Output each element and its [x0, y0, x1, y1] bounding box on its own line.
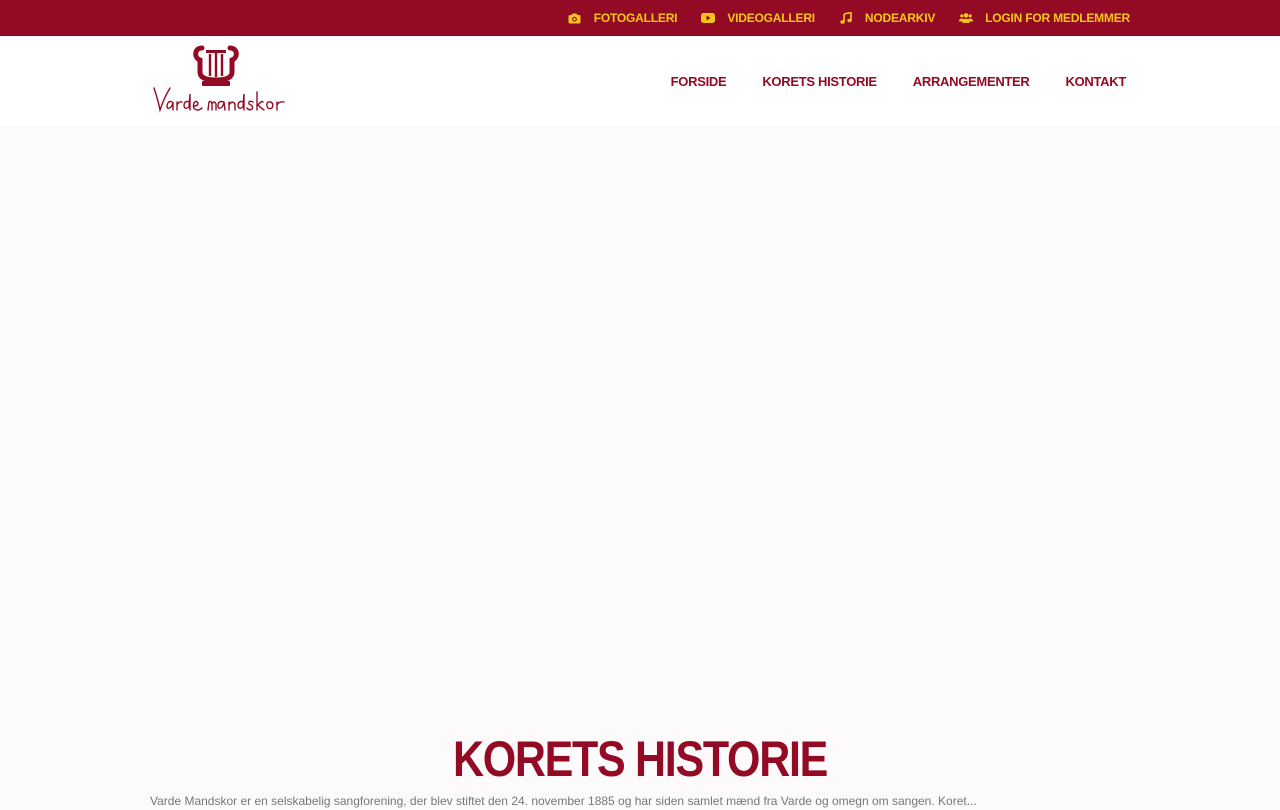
- login-label: LOGIN FOR MEDLEMMER: [985, 11, 1130, 25]
- main-header: FORSIDE KORETS HISTORIE ARRANGEMENTER KO…: [0, 36, 1280, 126]
- music-note-icon: [839, 11, 853, 25]
- nav-item-arrangementer[interactable]: ARRANGEMENTER: [913, 74, 1030, 89]
- fotogalleri-label: FOTOGALLERI: [593, 11, 678, 25]
- camera-icon: [568, 11, 582, 25]
- videogalleri-link[interactable]: VIDEOGALLERI: [701, 11, 815, 25]
- site-logo[interactable]: [150, 44, 285, 116]
- login-link[interactable]: LOGIN FOR MEDLEMMER: [959, 11, 1130, 25]
- hero-area: [0, 126, 1280, 706]
- fotogalleri-link[interactable]: FOTOGALLERI: [568, 11, 678, 25]
- nav-item-forside[interactable]: FORSIDE: [671, 74, 727, 89]
- lyre-logo-icon: [153, 45, 285, 113]
- utility-links: FOTOGALLERI VIDEOGALLERI NODEARKIV LOGIN…: [544, 0, 1130, 36]
- nodearkiv-label: NODEARKIV: [864, 11, 936, 25]
- top-utility-bar: FOTOGALLERI VIDEOGALLERI NODEARKIV LOGIN…: [0, 0, 1280, 36]
- youtube-icon: [701, 11, 716, 25]
- main-nav: FORSIDE KORETS HISTORIE ARRANGEMENTER KO…: [635, 36, 1127, 126]
- nav-item-kontakt[interactable]: KONTAKT: [1066, 74, 1127, 89]
- intro-text: Varde Mandskor er en selskabelig sangfor…: [150, 794, 977, 808]
- nav-item-korets-historie[interactable]: KORETS HISTORIE: [762, 74, 877, 89]
- users-icon: [959, 11, 974, 25]
- videogalleri-label: VIDEOGALLERI: [727, 11, 815, 25]
- nodearkiv-link[interactable]: NODEARKIV: [839, 11, 935, 25]
- page-title: KORETS HISTORIE: [452, 731, 828, 787]
